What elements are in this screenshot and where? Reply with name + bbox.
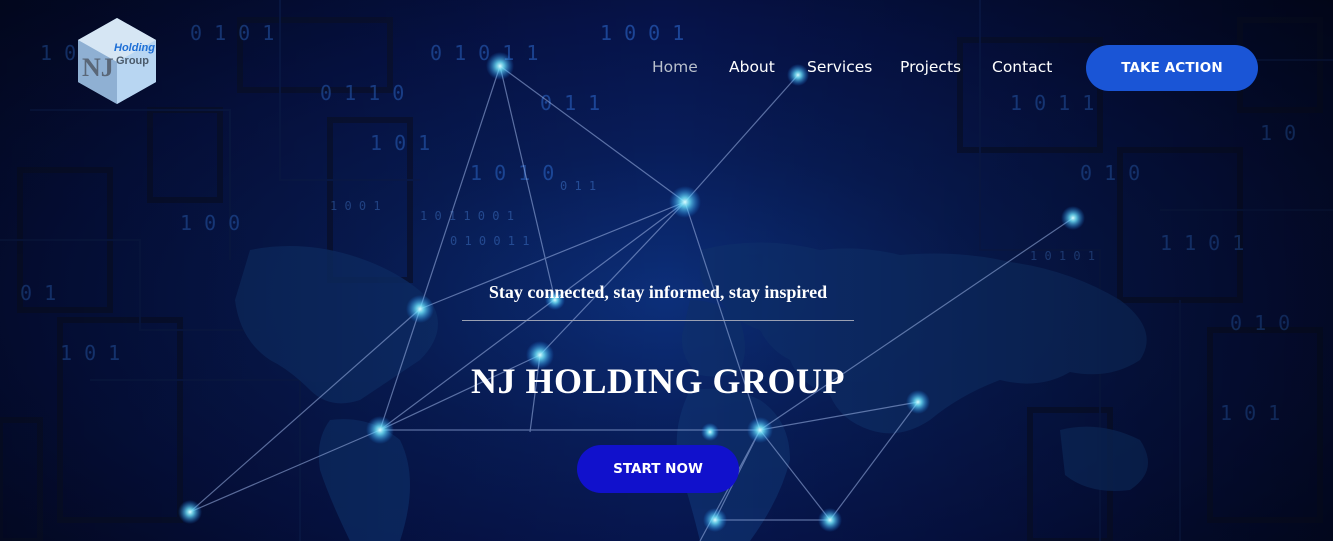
nav-home[interactable]: Home bbox=[652, 58, 698, 76]
nav-projects[interactable]: Projects bbox=[900, 58, 961, 76]
logo-mark: NJ bbox=[82, 53, 114, 82]
nav-services[interactable]: Services bbox=[807, 58, 872, 76]
hero-title: NJ HOLDING GROUP bbox=[470, 361, 845, 401]
logo-word-holding: Holding bbox=[114, 42, 155, 54]
take-action-button[interactable]: TAKE ACTION bbox=[1086, 45, 1258, 91]
hero-divider bbox=[462, 320, 854, 321]
hero-section: 1 0 1 0 1 0 1 1 0 0 0 1 1 0 1 0 1 0 1 0 … bbox=[0, 0, 1333, 541]
brand-logo[interactable]: NJ Holding Group bbox=[76, 18, 158, 104]
start-now-button[interactable]: START NOW bbox=[577, 445, 739, 493]
nav-about[interactable]: About bbox=[729, 58, 775, 76]
logo-word-group: Group bbox=[116, 55, 149, 67]
nav-contact[interactable]: Contact bbox=[992, 58, 1052, 76]
hero-tagline: Stay connected, stay informed, stay insp… bbox=[488, 282, 828, 302]
